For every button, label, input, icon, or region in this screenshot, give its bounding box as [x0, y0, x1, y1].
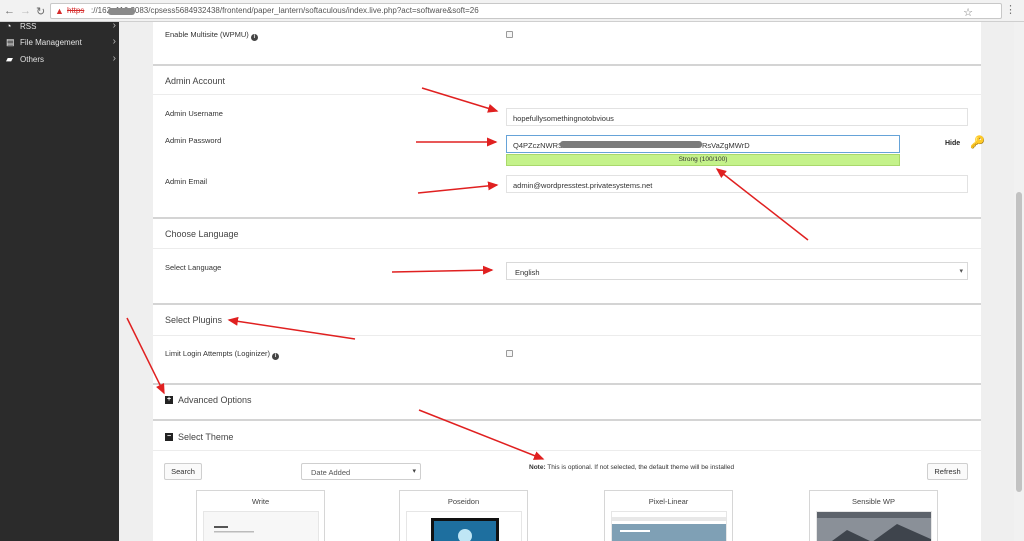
theme-name: Poseidon: [447, 497, 480, 506]
admin-email-input[interactable]: admin@wordpresstest.privatesystems.net: [506, 175, 968, 193]
section-divider: [153, 419, 981, 421]
info-icon[interactable]: i: [250, 34, 258, 41]
section-subdivider: [153, 248, 981, 249]
chevron-right-icon: ›: [112, 36, 116, 47]
password-redaction: [560, 141, 702, 148]
admin-username-label: Admin Username: [165, 109, 223, 118]
search-button[interactable]: Search: [164, 463, 202, 480]
password-strength-bar: Strong (100/100): [506, 154, 900, 166]
theme-card-pixel-linear[interactable]: Pixel-Linear: [604, 490, 733, 541]
chevron-down-icon: ▾: [959, 268, 963, 275]
section-divider: [153, 64, 981, 66]
language-select[interactable]: English ▾: [506, 262, 968, 280]
theme-preview-image: [817, 512, 931, 541]
theme-thumbnail: [203, 511, 319, 541]
forward-arrow-icon[interactable]: →: [20, 5, 31, 17]
theme-note: Note: This is optional. If not selected,…: [529, 464, 734, 471]
back-arrow-icon[interactable]: ←: [4, 5, 15, 17]
select-plugins-title: Select Plugins: [165, 315, 223, 325]
address-bar[interactable]: ▲ https ://162 .116:2083/cpsess568493243…: [50, 3, 1002, 19]
multisite-label: Enable Multisite (WPMU) i: [165, 30, 258, 41]
insecure-lock-icon: ▲: [55, 6, 64, 16]
main-content: Enable Multisite (WPMU) i Admin Account A…: [119, 22, 1014, 541]
section-subdivider: [153, 335, 981, 336]
theme-thumbnail: [816, 511, 932, 541]
password-prefix: Q4PZczNWRS: [513, 141, 564, 150]
select-language-label: Select Language: [165, 263, 222, 272]
refresh-button[interactable]: Refresh: [927, 463, 968, 480]
sidebar-item-others[interactable]: ▰ Others ›: [0, 52, 119, 68]
page-scrollbar[interactable]: [1014, 22, 1024, 541]
install-form-panel: Enable Multisite (WPMU) i Admin Account A…: [153, 22, 985, 541]
theme-card-poseidon[interactable]: Poseidon: [399, 490, 528, 541]
admin-password-label: Admin Password: [165, 136, 222, 145]
advanced-options-toggle[interactable]: Advanced Options: [178, 395, 252, 405]
language-value: English: [515, 268, 540, 277]
reload-icon[interactable]: ↻: [36, 5, 45, 18]
theme-card-sensible-wp[interactable]: Sensible WP: [809, 490, 938, 541]
section-subdivider: [153, 94, 981, 95]
chevron-right-icon: ›: [112, 53, 116, 64]
hide-password-link[interactable]: Hide: [945, 140, 960, 147]
admin-username-input[interactable]: hopefullysomethingnotobvious: [506, 108, 968, 126]
theme-preview-image: [407, 512, 521, 541]
admin-account-title: Admin Account: [165, 76, 226, 86]
minus-square-icon[interactable]: −: [165, 433, 173, 441]
folder-icon: ▰: [6, 54, 13, 64]
note-text: This is optional. If not selected, the d…: [545, 464, 735, 471]
star-icon[interactable]: ☆: [963, 6, 973, 19]
admin-password-input[interactable]: Q4PZczNWRS RsVaZgMWrD: [506, 135, 900, 153]
sidebar-item-label: RSS: [20, 22, 37, 31]
plus-square-icon[interactable]: +: [165, 396, 173, 404]
sidebar-item-file-management[interactable]: ▤ File Management ›: [0, 35, 119, 51]
sidebar-item-rss[interactable]: ◔ RSS ›: [0, 19, 119, 35]
theme-card-write[interactable]: Write: [196, 490, 325, 541]
limit-login-label: Limit Login Attempts (Loginizer) i: [165, 349, 280, 360]
sidebar-item-label: Others: [20, 55, 45, 64]
section-divider: [153, 383, 981, 385]
chevron-down-icon: ▾: [412, 468, 416, 475]
url-scheme: https: [67, 6, 85, 15]
multisite-label-text: Enable Multisite (WPMU): [165, 30, 249, 39]
rss-icon: ◔: [6, 21, 12, 31]
scrollbar-thumb[interactable]: [1016, 192, 1022, 492]
theme-thumbnail: [406, 511, 522, 541]
sidebar-item-label: File Management: [20, 38, 82, 47]
theme-preview-image: [612, 512, 726, 541]
browser-toolbar: ← → ↻ ▲ https ://162 .116:2083/cpsess568…: [0, 0, 1024, 22]
select-theme-title: Select Theme: [178, 432, 234, 442]
file-icon: ▤: [6, 37, 15, 47]
theme-name: Sensible WP: [852, 497, 895, 506]
sort-value: Date Added: [311, 468, 351, 477]
password-suffix: RsVaZgMWrD: [702, 141, 750, 150]
url-text: ://162 .116:2083/cpsess5684932438/fronte…: [91, 6, 479, 15]
key-icon[interactable]: 🔑: [970, 135, 985, 149]
section-subdivider: [153, 450, 981, 451]
info-icon[interactable]: i: [272, 353, 280, 360]
limit-login-label-text: Limit Login Attempts (Loginizer): [165, 349, 271, 358]
multisite-checkbox[interactable]: [506, 31, 513, 38]
theme-name: Write: [251, 497, 270, 506]
cpanel-sidebar: ◔ RSS › ▤ File Management › ▰ Others ›: [0, 19, 119, 541]
sort-select[interactable]: Date Added ▾: [301, 463, 421, 480]
limit-login-checkbox[interactable]: [506, 350, 513, 357]
section-divider: [153, 303, 981, 305]
admin-email-label: Admin Email: [165, 177, 208, 186]
theme-thumbnail: [611, 511, 727, 541]
url-redaction: [108, 8, 135, 15]
kebab-menu-icon[interactable]: ⋮: [1005, 3, 1016, 16]
theme-preview-image: [204, 512, 318, 541]
note-label: Note:: [529, 464, 546, 471]
theme-name: Pixel-Linear: [648, 497, 689, 506]
section-divider: [153, 217, 981, 219]
chevron-right-icon: ›: [112, 20, 116, 31]
choose-language-title: Choose Language: [165, 229, 239, 239]
